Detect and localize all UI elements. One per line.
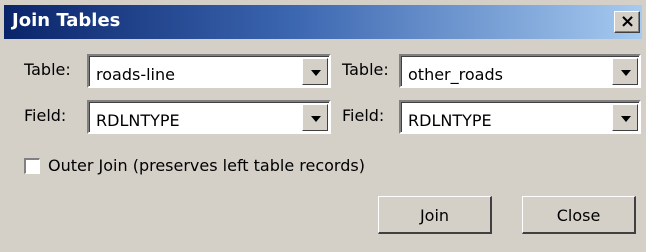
chevron-down-icon[interactable] bbox=[612, 104, 638, 131]
left-field-value: RDLNTYPE bbox=[96, 111, 180, 130]
join-button-label: Join bbox=[419, 206, 450, 225]
chevron-down-icon[interactable] bbox=[612, 58, 638, 85]
chevron-down-icon[interactable] bbox=[302, 104, 328, 131]
join-tables-dialog: Join Tables × Table: roads-line Table: o… bbox=[0, 0, 646, 252]
left-table-label: Table: bbox=[24, 60, 71, 79]
outer-join-label[interactable]: Outer Join (preserves left table records… bbox=[48, 156, 365, 175]
right-table-value: other_roads bbox=[408, 65, 503, 84]
close-window-button[interactable]: × bbox=[614, 11, 640, 33]
outer-join-checkbox[interactable] bbox=[24, 158, 40, 174]
right-field-select[interactable]: RDLNTYPE bbox=[399, 100, 641, 134]
close-button-label: Close bbox=[556, 206, 601, 225]
close-icon: × bbox=[620, 11, 636, 32]
join-button[interactable]: Join bbox=[378, 196, 492, 234]
title-bar: Join Tables × bbox=[4, 5, 642, 39]
right-field-value: RDLNTYPE bbox=[408, 111, 492, 130]
right-table-label: Table: bbox=[342, 60, 389, 79]
left-table-value: roads-line bbox=[96, 65, 175, 84]
left-field-label: Field: bbox=[24, 106, 67, 125]
right-field-label: Field: bbox=[342, 106, 385, 125]
left-table-select[interactable]: roads-line bbox=[87, 54, 331, 88]
dialog-title: Join Tables bbox=[12, 10, 121, 31]
left-field-select[interactable]: RDLNTYPE bbox=[87, 100, 331, 134]
close-button[interactable]: Close bbox=[522, 196, 636, 234]
chevron-down-icon[interactable] bbox=[302, 58, 328, 85]
right-table-select[interactable]: other_roads bbox=[399, 54, 641, 88]
